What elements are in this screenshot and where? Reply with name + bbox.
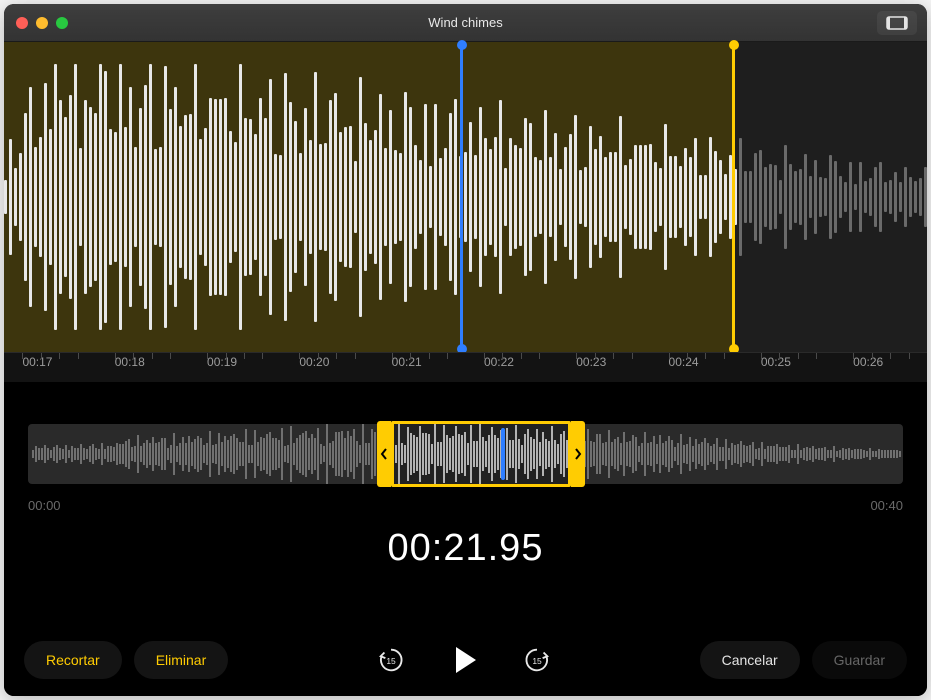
- zoom-window-button[interactable]: [56, 17, 68, 29]
- detail-waveform[interactable]: [4, 42, 927, 352]
- bottom-toolbar: Recortar Eliminar 15 15: [4, 624, 927, 696]
- delete-button[interactable]: Eliminar: [134, 641, 229, 679]
- overview-start-time: 00:00: [28, 492, 61, 513]
- current-time-display: 00:21.95: [4, 513, 927, 580]
- time-ruler[interactable]: 00:17 00:18 00:19 00:20 00:21 00:22 00:23 00:24…: [4, 352, 927, 382]
- ruler-tick: 00:22: [484, 355, 514, 369]
- svg-text:15: 15: [386, 656, 396, 666]
- close-window-button[interactable]: [16, 17, 28, 29]
- overview-end-time: 00:40: [870, 492, 903, 513]
- ruler-tick: 00:20: [299, 355, 329, 369]
- window-controls: [4, 17, 68, 29]
- jump-back-button[interactable]: 15: [376, 645, 406, 675]
- editor-window: Wind chimes 00:1700:1800:1900:2000: [4, 4, 927, 696]
- overview-playhead[interactable]: [501, 428, 505, 480]
- svg-text:15: 15: [532, 656, 542, 666]
- trim-icon: [885, 15, 909, 31]
- minimize-window-button[interactable]: [36, 17, 48, 29]
- ruler-tick: 00:24: [669, 355, 699, 369]
- ruler-tick: 00:18: [115, 355, 145, 369]
- play-icon: [446, 642, 482, 678]
- trim-start-handle[interactable]: [377, 421, 391, 487]
- ruler-tick: 00:19: [207, 355, 237, 369]
- waveform-bars: [4, 42, 927, 352]
- overview-selection: [391, 421, 570, 487]
- chevron-left-icon: [380, 447, 388, 461]
- transport-controls: 15 15: [240, 642, 687, 678]
- titlebar: Wind chimes: [4, 4, 927, 42]
- jump-forward-icon: 15: [522, 645, 552, 675]
- overview-waveform[interactable]: [28, 424, 903, 484]
- jump-back-icon: 15: [376, 645, 406, 675]
- ruler-tick: 00:23: [576, 355, 606, 369]
- trim-button[interactable]: Recortar: [24, 641, 122, 679]
- ruler-tick: 00:21: [392, 355, 422, 369]
- ruler-tick: 00:26: [853, 355, 883, 369]
- chevron-right-icon: [574, 447, 582, 461]
- ruler-tick: 00:17: [22, 355, 52, 369]
- cancel-button[interactable]: Cancelar: [700, 641, 800, 679]
- jump-forward-button[interactable]: 15: [522, 645, 552, 675]
- play-button[interactable]: [446, 642, 482, 678]
- trim-end-handle-overview[interactable]: [571, 421, 585, 487]
- overview-time-labels: 00:00 00:40: [4, 492, 927, 513]
- save-button[interactable]: Guardar: [812, 641, 907, 679]
- ruler-tick: 00:25: [761, 355, 791, 369]
- window-title: Wind chimes: [4, 15, 927, 30]
- trim-mode-button[interactable]: [877, 11, 917, 35]
